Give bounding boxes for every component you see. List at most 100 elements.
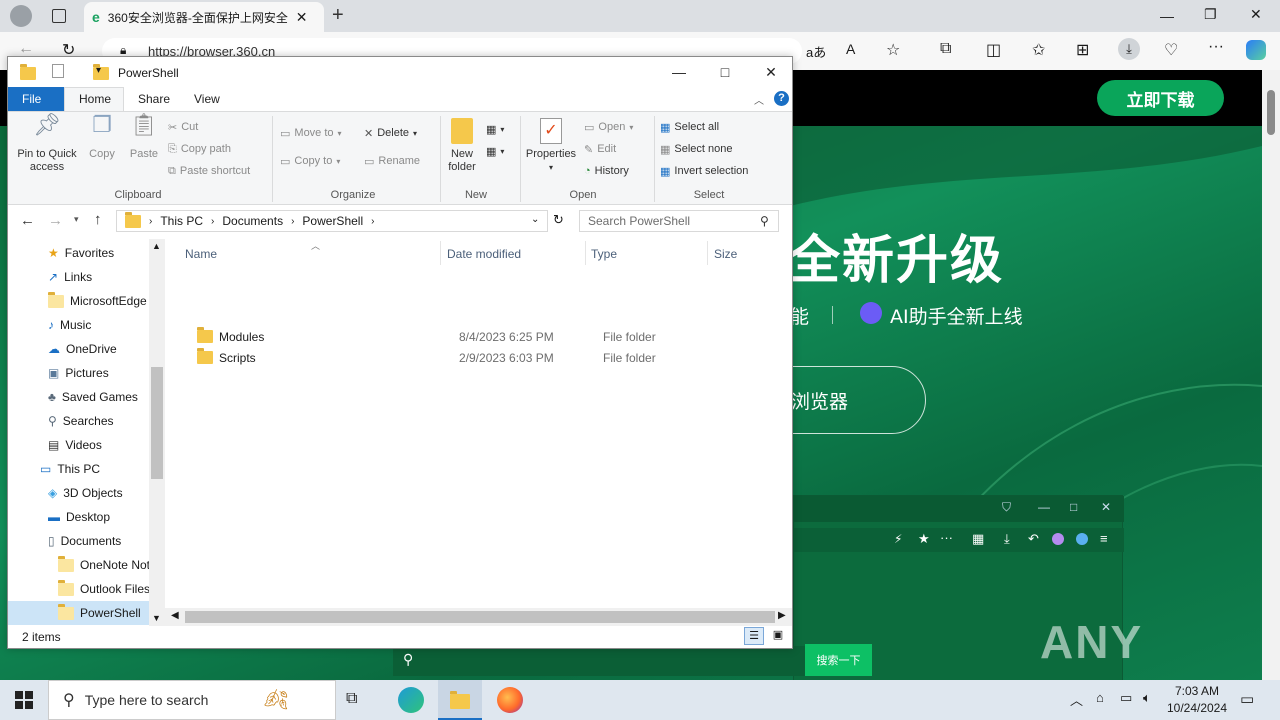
column-type[interactable]: Type xyxy=(591,247,617,269)
nav-pane-scrollbar[interactable]: ▲ ▼ xyxy=(149,239,165,626)
large-icons-view-icon[interactable]: ▣ xyxy=(768,627,788,645)
favorites-icon[interactable]: ✩ xyxy=(1032,40,1045,60)
more-icon[interactable]: ··· xyxy=(1208,38,1224,56)
copy-button[interactable]: ❐ Copy xyxy=(84,114,120,161)
new-folder-button[interactable]: New folder xyxy=(444,118,480,174)
nav-item-onedrive[interactable]: ☁ OneDrive xyxy=(8,337,150,361)
notifications-icon[interactable]: ▭ xyxy=(1240,690,1254,708)
file-row[interactable]: Scripts 2/9/2023 6:03 PM File folder xyxy=(185,347,785,368)
browser-tab[interactable]: e 360安全浏览器-全面保护上网安全 ✕ xyxy=(84,2,324,32)
scroll-up-icon[interactable]: ▲ xyxy=(152,241,161,251)
network-icon[interactable]: ⌂ xyxy=(1096,690,1104,705)
copy-to-button[interactable]: ▭ Copy to ▾ xyxy=(280,152,342,170)
edit-button[interactable]: ✎ Edit xyxy=(584,140,633,158)
nav-item-3d-objects[interactable]: ◈ 3D Objects xyxy=(8,481,150,505)
collapse-ribbon-icon[interactable]: ︿ xyxy=(754,92,764,107)
file-row[interactable]: Modules 8/4/2023 6:25 PM File folder xyxy=(185,326,785,347)
help-icon[interactable]: ? xyxy=(774,91,789,106)
explorer-taskbar-button[interactable] xyxy=(438,680,482,720)
cut-button[interactable]: ✂ Cut xyxy=(168,118,250,136)
nav-item-desktop[interactable]: ▬ Desktop xyxy=(8,505,150,529)
nav-item-microsoftedge[interactable]: MicrosoftEdge xyxy=(8,289,150,313)
tab-share[interactable]: Share xyxy=(124,87,184,111)
open-button[interactable]: ▭ Open ▾ xyxy=(584,118,633,136)
close-tab-icon[interactable]: ✕ xyxy=(296,9,308,26)
font-icon[interactable]: A xyxy=(846,41,855,57)
column-size[interactable]: Size xyxy=(714,247,737,269)
customize-qa-icon[interactable]: ▾ xyxy=(96,65,101,76)
column-separator[interactable] xyxy=(585,241,586,265)
nav-item-outlook-files[interactable]: Outlook Files xyxy=(8,577,150,601)
paste-shortcut-button[interactable]: ⧉ Paste shortcut xyxy=(168,162,250,180)
select-none-button[interactable]: ▦ Select none xyxy=(660,140,748,158)
site-search-button[interactable]: 搜索一下 xyxy=(805,644,872,676)
downloads-icon[interactable]: ⤓ xyxy=(1118,38,1140,60)
move-to-button[interactable]: ▭ Move to ▾ xyxy=(280,124,342,142)
close-button[interactable]: ✕ xyxy=(748,57,794,87)
browser-essentials-icon[interactable]: ♡ xyxy=(1164,40,1178,60)
nav-item-saved-games[interactable]: ♣ Saved Games xyxy=(8,385,150,409)
up-arrow-icon[interactable]: ↑ xyxy=(94,211,102,228)
nav-item-music[interactable]: ♪ Music xyxy=(8,313,150,337)
browser-scrollbar[interactable] xyxy=(1262,70,1280,680)
site-search-bar[interactable]: ⚲ xyxy=(393,646,805,676)
new-tab-button[interactable]: + xyxy=(332,4,344,27)
firefox-taskbar-icon[interactable] xyxy=(497,687,523,713)
extensions-icon[interactable]: ⧉ xyxy=(940,40,951,58)
column-separator[interactable] xyxy=(440,241,441,265)
breadcrumb-this-pc[interactable]: This PC xyxy=(160,214,203,228)
properties-qa-icon[interactable] xyxy=(52,64,64,78)
minimize-browser-icon[interactable]: — xyxy=(1160,8,1174,24)
refresh-location-icon[interactable]: ↻ xyxy=(553,212,564,228)
paste-button[interactable]: 📋︎ Paste xyxy=(126,114,162,161)
network-status-icon[interactable]: ▭ xyxy=(1120,690,1132,706)
back-arrow-icon[interactable]: ← xyxy=(20,212,35,229)
column-date-modified[interactable]: Date modified xyxy=(447,247,521,269)
clock[interactable]: 7:03 AM 10/24/2024 xyxy=(1160,683,1234,717)
breadcrumb-documents[interactable]: Documents xyxy=(222,214,283,228)
details-view-icon[interactable]: ☰ xyxy=(744,627,764,645)
read-aloud-icon[interactable]: aあ xyxy=(806,42,826,61)
file-pane-hscrollbar[interactable]: ◀ ▶ xyxy=(165,608,792,626)
scroll-left-icon[interactable]: ◀ xyxy=(171,610,179,621)
new-item-button[interactable]: ▦ ▾ xyxy=(486,120,504,138)
nav-scroll-thumb[interactable] xyxy=(151,367,163,479)
tab-file[interactable]: File xyxy=(8,87,64,111)
delete-button[interactable]: ✕ Delete ▾ xyxy=(364,124,420,142)
nav-item-videos[interactable]: ▤ Videos xyxy=(8,433,150,457)
download-now-button[interactable]: 立即下载 xyxy=(1097,80,1224,116)
breadcrumb-powershell[interactable]: PowerShell xyxy=(302,214,363,228)
search-input[interactable]: Search PowerShell ⚲ xyxy=(579,210,779,232)
nav-item-this-pc[interactable]: ▭ This PC xyxy=(8,457,150,481)
history-button[interactable]: ◔ History xyxy=(584,162,633,180)
address-dropdown-icon[interactable]: ⌄ xyxy=(531,214,539,225)
column-name[interactable]: Name xyxy=(185,247,217,269)
tab-home[interactable]: Home xyxy=(64,87,124,111)
split-screen-icon[interactable]: ◫ xyxy=(986,40,1001,60)
tab-view[interactable]: View xyxy=(180,87,234,111)
tab-actions-icon[interactable] xyxy=(52,9,66,23)
invert-selection-button[interactable]: ▦ Invert selection xyxy=(660,162,748,180)
scroll-down-icon[interactable]: ▼ xyxy=(152,613,161,623)
task-view-button[interactable]: ⧉ xyxy=(346,690,357,708)
profile-avatar[interactable] xyxy=(10,5,32,27)
properties-button[interactable]: ✓ Properties ▾ xyxy=(524,118,578,174)
favorite-star-icon[interactable]: ☆ xyxy=(886,40,900,60)
taskbar-search[interactable]: ⚲ Type here to search 🍂︎ xyxy=(48,680,336,720)
nav-item-documents[interactable]: ▯ Documents xyxy=(8,529,150,553)
maximize-button[interactable]: □ xyxy=(702,57,748,87)
copilot-icon[interactable] xyxy=(1246,40,1266,60)
nav-item-onenote[interactable]: OneNote Not xyxy=(8,553,150,577)
nav-item-pictures[interactable]: ▣ Pictures xyxy=(8,361,150,385)
nav-item-powershell[interactable]: PowerShell xyxy=(8,601,150,625)
nav-item-links[interactable]: ↗ Links xyxy=(8,265,150,289)
scroll-right-icon[interactable]: ▶ xyxy=(778,610,786,621)
show-hidden-icons[interactable]: ︿ xyxy=(1070,690,1083,709)
forward-arrow-icon[interactable]: → xyxy=(48,212,63,229)
hscroll-thumb[interactable] xyxy=(185,611,775,623)
rename-button[interactable]: ▭ Rename xyxy=(364,152,420,170)
restore-browser-icon[interactable]: ❐ xyxy=(1204,6,1217,23)
scrollbar-thumb[interactable] xyxy=(1267,90,1275,135)
minimize-button[interactable]: — xyxy=(656,57,702,87)
copy-path-button[interactable]: ⎘ Copy path xyxy=(168,140,250,158)
